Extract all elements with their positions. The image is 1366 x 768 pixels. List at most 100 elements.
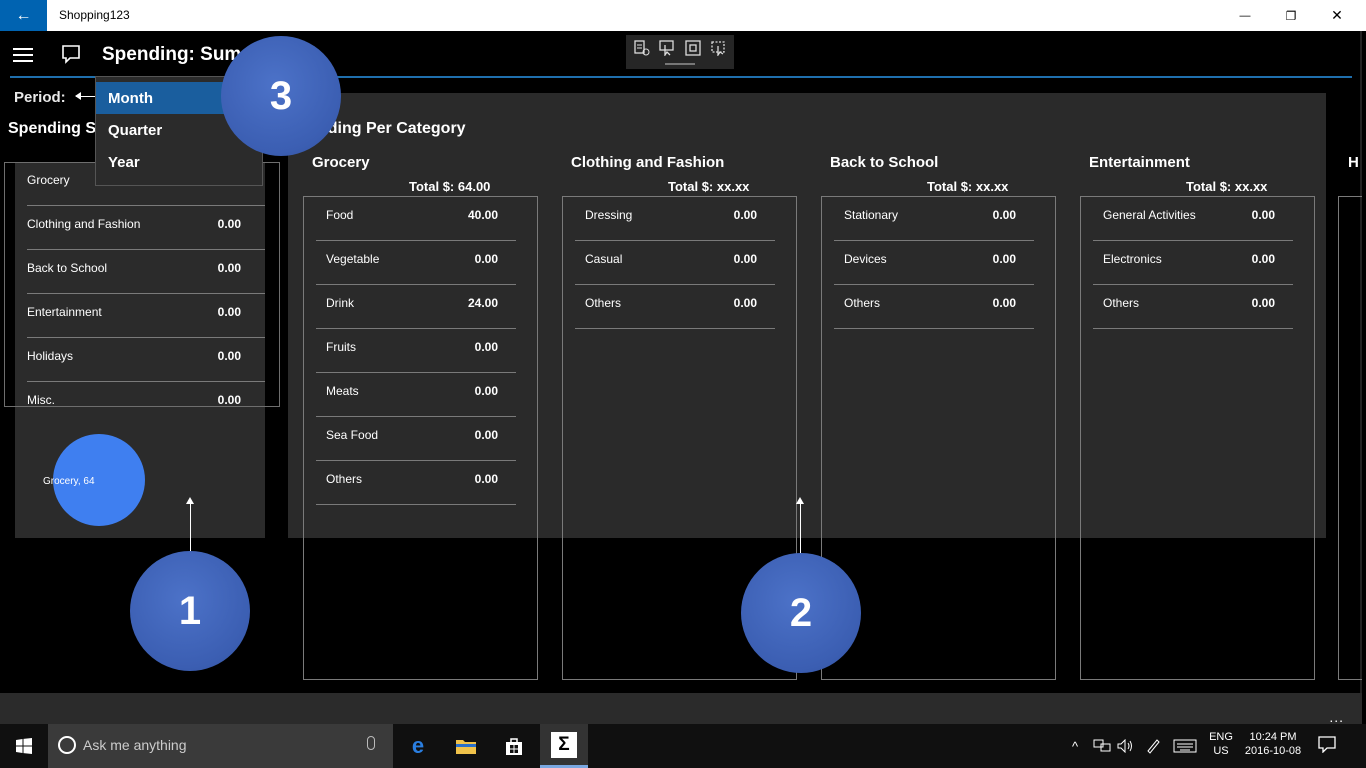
category-row[interactable]: Fruits 0.00 — [316, 329, 516, 373]
category-row[interactable]: Sea Food 0.00 — [316, 417, 516, 461]
category-row[interactable]: Meats 0.00 — [316, 373, 516, 417]
title-bar: ← Shopping123 — ❐ ✕ — [0, 0, 1366, 31]
category-row[interactable]: Food 40.00 — [316, 197, 516, 241]
clock-date: 2016-10-08 — [1244, 745, 1302, 757]
category-row-name: Electronics — [1103, 252, 1162, 266]
category-row-name: Dressing — [585, 208, 633, 222]
category-column-total: Total $: xx.xx — [668, 179, 750, 194]
category-row[interactable]: Stationary 0.00 — [834, 197, 1034, 241]
category-row[interactable]: Drink 24.00 — [316, 285, 516, 329]
category-row-value: 0.00 — [733, 252, 757, 266]
period-label: Period: — [14, 89, 66, 106]
cortana-icon — [58, 736, 76, 754]
category-row-value: 0.00 — [474, 472, 498, 486]
back-button[interactable]: ← — [0, 0, 47, 31]
minimize-button[interactable]: — — [1222, 0, 1268, 31]
shopping-app-taskbar-icon[interactable]: Σ — [540, 724, 588, 768]
category-column-total: Total $: xx.xx — [927, 179, 1009, 194]
category-row-name: Others — [1103, 296, 1140, 310]
category-row[interactable]: Casual 0.00 — [575, 241, 775, 285]
windows-icon — [16, 738, 32, 754]
category-row-value: 0.00 — [1251, 208, 1275, 222]
category-column-title: Clothing and Fashion — [571, 154, 725, 171]
category-row-value: 0.00 — [474, 340, 498, 354]
back-arrow-icon: ← — [15, 6, 32, 24]
restore-button[interactable]: ❐ — [1268, 0, 1314, 31]
category-row-name: Devices — [844, 252, 887, 266]
category-row[interactable]: Others 0.00 — [1093, 285, 1293, 329]
clock-time: 10:24 PM — [1249, 731, 1297, 743]
action-center-icon[interactable] — [1318, 735, 1338, 755]
start-button[interactable] — [0, 724, 48, 768]
microphone-icon[interactable] — [367, 736, 375, 750]
period-option-year[interactable]: Year — [96, 146, 262, 178]
category-column-title-cut: H — [1348, 154, 1359, 171]
category-column-list: Food 40.00 Vegetable 0.00 Drink 24.00 Fruit… — [303, 196, 538, 680]
input-language[interactable]: ENG US — [1208, 730, 1234, 758]
edge-browser-icon[interactable]: e — [394, 724, 442, 768]
minimize-icon: — — [1239, 9, 1251, 22]
display-layout-icon[interactable] — [684, 40, 702, 56]
category-row-value: 0.00 — [992, 296, 1016, 310]
category-row-name: Fruits — [326, 340, 356, 354]
store-icon[interactable] — [490, 724, 538, 768]
close-button[interactable]: ✕ — [1314, 0, 1360, 31]
volume-icon[interactable] — [1117, 724, 1135, 768]
category-row-value: 0.00 — [992, 252, 1016, 266]
category-row-value: 0.00 — [474, 252, 498, 266]
cortana-search-box[interactable]: Ask me anything — [48, 724, 393, 768]
category-row-value: 0.00 — [992, 208, 1016, 222]
spending-per-category-title: nding Per Category — [318, 120, 466, 137]
callout-2: 2 — [741, 553, 861, 673]
summary-list-outline — [4, 162, 280, 407]
category-row[interactable]: Others 0.00 — [834, 285, 1034, 329]
live-tree-icon[interactable] — [633, 40, 651, 56]
category-row-name: Casual — [585, 252, 623, 266]
hamburger-menu-icon[interactable] — [13, 48, 33, 62]
category-row-name: Stationary — [844, 208, 899, 222]
toolbar-grip[interactable] — [665, 63, 695, 65]
category-row-value: 0.00 — [474, 428, 498, 442]
region-code: US — [1213, 745, 1229, 757]
category-row-name: Others — [326, 472, 363, 486]
close-icon: ✕ — [1331, 7, 1343, 23]
category-row-name: Others — [585, 296, 622, 310]
pen-icon[interactable] — [1145, 724, 1161, 768]
more-options-icon[interactable]: ... — [1329, 709, 1344, 725]
callout-1-arrow — [186, 497, 194, 551]
category-column-title: Back to School — [830, 154, 939, 171]
category-row-name: Sea Food — [326, 428, 379, 442]
file-explorer-icon[interactable] — [442, 724, 490, 768]
select-element-icon[interactable] — [658, 40, 676, 58]
category-column-total: Total $: xx.xx — [1186, 179, 1268, 194]
clock[interactable]: 10:24 PM 2016-10-08 — [1240, 730, 1306, 758]
page-title: Spending: Sum — [102, 44, 242, 65]
category-column-list-cut — [1338, 196, 1362, 680]
pie-chart-label: Grocery, 64 — [43, 476, 95, 487]
category-row-value: 0.00 — [474, 384, 498, 398]
keyboard-icon[interactable] — [1173, 724, 1197, 768]
category-row-name: Food — [326, 208, 354, 222]
network-icon[interactable] — [1093, 724, 1111, 768]
chevron-up-icon: ^ — [1072, 738, 1079, 754]
category-row[interactable]: Others 0.00 — [316, 461, 516, 505]
category-column-title: Entertainment — [1089, 154, 1190, 171]
search-placeholder: Ask me anything — [83, 737, 187, 753]
category-row[interactable]: Devices 0.00 — [834, 241, 1034, 285]
app-content: Spending: Sum Period: Spending Su Grocer… — [0, 31, 1362, 693]
category-row[interactable]: Dressing 0.00 — [575, 197, 775, 241]
category-column-title: Grocery — [312, 154, 370, 171]
track-focus-icon[interactable] — [709, 40, 727, 58]
screen: ← Shopping123 — ❐ ✕ Spending: Sum Period… — [0, 0, 1366, 768]
category-row[interactable]: General Activities 0.00 — [1093, 197, 1293, 241]
comment-icon[interactable] — [61, 44, 81, 69]
floating-debug-toolbar — [626, 35, 734, 69]
category-row-value: 0.00 — [733, 208, 757, 222]
category-row-value: 0.00 — [1251, 296, 1275, 310]
show-hidden-icons[interactable]: ^ — [1072, 724, 1078, 768]
category-row[interactable]: Electronics 0.00 — [1093, 241, 1293, 285]
category-row[interactable]: Vegetable 0.00 — [316, 241, 516, 285]
category-row[interactable]: Others 0.00 — [575, 285, 775, 329]
taskbar: Ask me anything e Σ ^ ENG US 10:24 PM 20… — [0, 724, 1366, 768]
app-bar — [0, 693, 1362, 724]
